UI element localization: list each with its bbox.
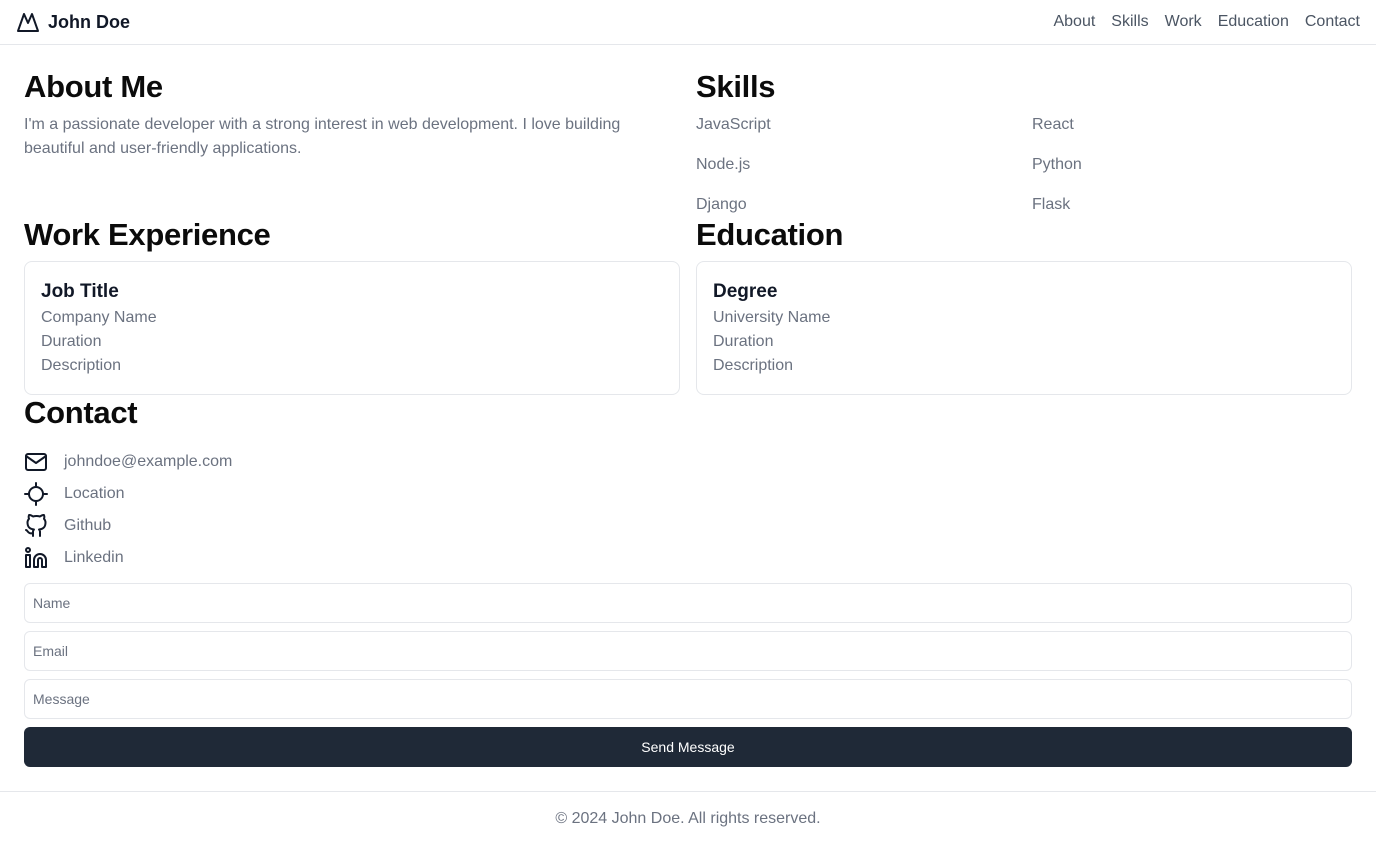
brand-link[interactable]: John Doe — [16, 10, 130, 34]
job-title: Job Title — [41, 281, 119, 302]
brand-name: John Doe — [48, 11, 131, 32]
contact-title: Contact — [24, 395, 138, 430]
university-name: University Name — [713, 309, 831, 326]
skill-item: Python — [1032, 156, 1082, 173]
degree-title: Degree — [713, 281, 778, 302]
job-duration: Duration — [41, 333, 102, 350]
about-title: About Me — [24, 69, 163, 104]
nav-link-work[interactable]: Work — [1165, 12, 1202, 32]
company-name: Company Name — [41, 309, 157, 326]
education-description: Description — [713, 357, 794, 374]
send-message-button[interactable]: Send Message — [24, 727, 1352, 767]
email-input[interactable] — [24, 631, 1352, 671]
nav-link-contact[interactable]: Contact — [1305, 12, 1360, 32]
contact-item-email: johndoe@example.com — [24, 446, 232, 478]
message-input[interactable] — [24, 679, 1352, 719]
skills-title: Skills — [696, 69, 776, 104]
skill-item: Flask — [1032, 196, 1071, 213]
nav-link-education[interactable]: Education — [1218, 12, 1289, 32]
contact-email-text: johndoe@example.com — [64, 453, 233, 470]
footer: © 2024 John Doe. All rights reserved. — [0, 791, 1376, 848]
contact-github-text: Github — [64, 517, 112, 534]
github-icon — [24, 513, 48, 538]
contact-item-github[interactable]: Github — [24, 510, 232, 542]
education-card: Degree University Name Duration Descript… — [696, 261, 1352, 395]
work-card: Job Title Company Name Duration Descript… — [24, 261, 680, 395]
mail-icon — [24, 450, 48, 474]
about-text: I'm a passionate developer with a strong… — [24, 116, 621, 157]
skills-grid: JavaScript React Node.js Python Django F… — [696, 113, 1352, 217]
work-title: Work Experience — [24, 217, 271, 252]
footer-copyright: © 2024 John Doe. All rights reserved. — [555, 810, 821, 827]
main-nav: About Skills Work Education Contact — [1053, 12, 1360, 32]
nav-link-about[interactable]: About — [1053, 12, 1095, 32]
linkedin-icon — [24, 546, 48, 570]
skill-item: React — [1032, 116, 1074, 133]
location-crosshair-icon — [24, 482, 48, 506]
contact-linkedin-text: Linkedin — [64, 549, 124, 566]
mountain-icon — [16, 10, 40, 34]
skill-item: Django — [696, 196, 747, 213]
education-duration: Duration — [713, 333, 774, 350]
education-title: Education — [696, 217, 844, 252]
contact-list: johndoe@example.com Location Github Link… — [24, 446, 232, 574]
contact-item-linkedin[interactable]: Linkedin — [24, 542, 232, 574]
name-input[interactable] — [24, 583, 1352, 623]
job-description: Description — [41, 357, 122, 374]
skill-item: Node.js — [696, 156, 751, 173]
top-navbar: John Doe About Skills Work Education Con… — [0, 0, 1376, 45]
skill-item: JavaScript — [696, 116, 771, 133]
contact-location-text: Location — [64, 485, 125, 502]
nav-link-skills[interactable]: Skills — [1111, 12, 1148, 32]
contact-item-location: Location — [24, 478, 232, 510]
